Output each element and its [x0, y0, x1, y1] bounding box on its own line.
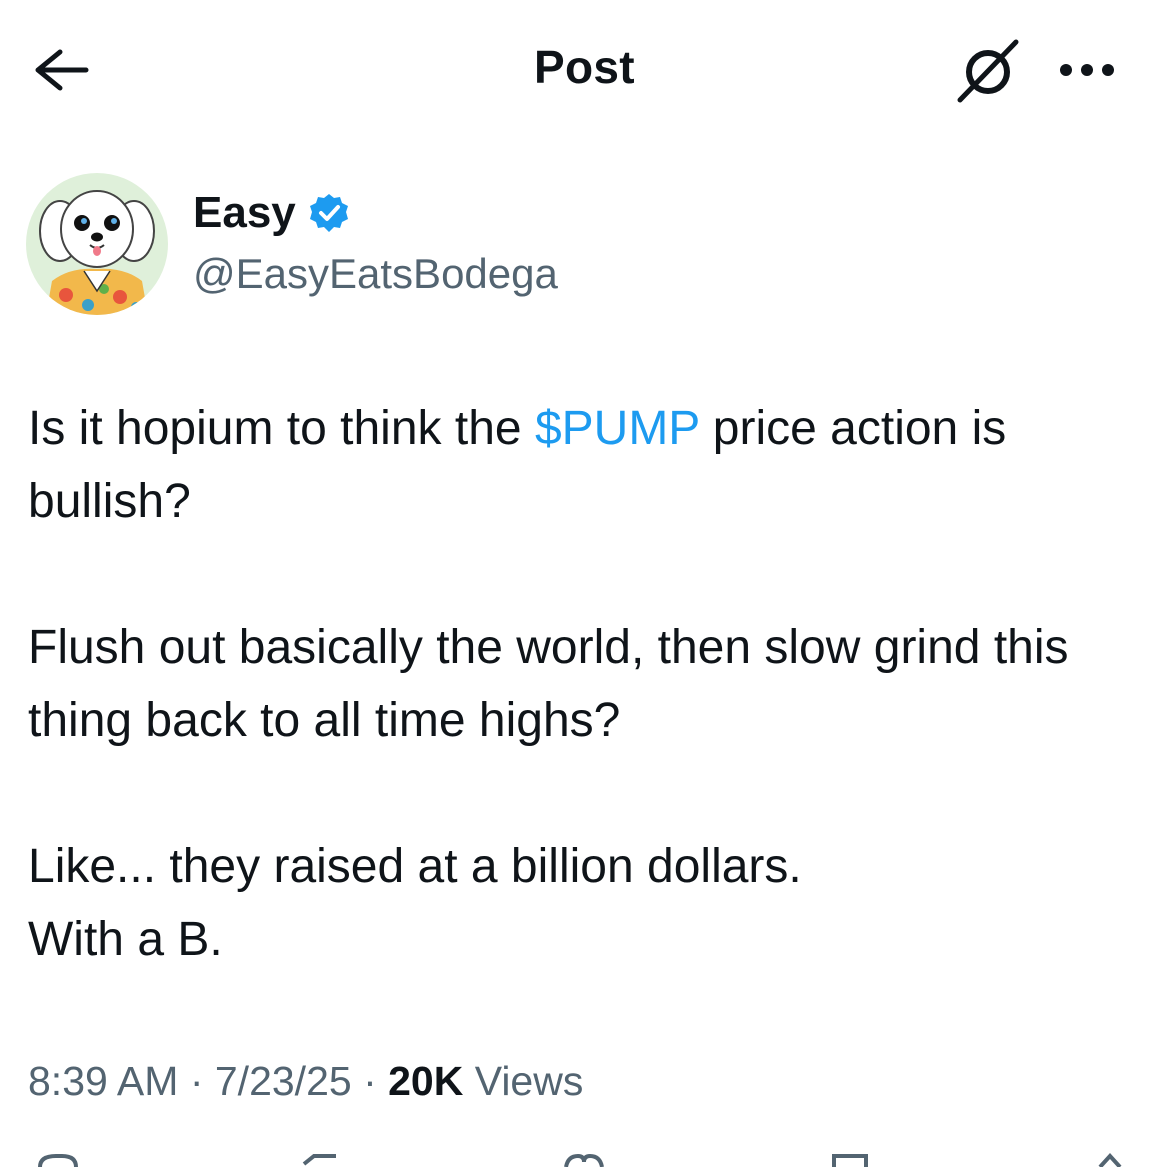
like-icon[interactable] — [560, 1152, 608, 1167]
cartoon-dog-avatar — [26, 173, 168, 315]
share-icon[interactable] — [1090, 1152, 1130, 1167]
views-count[interactable]: 20K — [388, 1058, 463, 1104]
cashtag-link[interactable]: $PUMP — [535, 402, 700, 455]
post-time[interactable]: 8:39 AM — [28, 1058, 178, 1104]
views-label[interactable]: Views — [463, 1058, 584, 1104]
grok-button[interactable] — [948, 34, 1028, 106]
display-name[interactable]: Easy — [193, 188, 296, 238]
verified-badge-icon[interactable] — [308, 192, 350, 234]
post-date[interactable]: 7/23/25 — [215, 1058, 352, 1104]
post-metadata: 8:39 AM · 7/23/25 · 20K Views — [28, 1058, 583, 1105]
action-bar — [0, 1152, 1169, 1167]
grok-slash-circle-icon — [957, 39, 1019, 103]
meta-separator: · — [351, 1058, 389, 1104]
author-handle[interactable]: @EasyEatsBodega — [193, 250, 558, 298]
meta-separator: · — [178, 1058, 215, 1104]
post-paragraph-2: Flush out basically the world, then slow… — [28, 621, 1069, 747]
avatar[interactable] — [26, 173, 168, 315]
post-paragraph-1: Is it hopium to think the $PUMP price ac… — [28, 392, 1158, 538]
bookmark-icon[interactable] — [826, 1152, 874, 1167]
reply-icon[interactable] — [34, 1152, 82, 1167]
author-name-row: Easy — [193, 188, 350, 238]
repost-icon[interactable] — [296, 1152, 344, 1167]
post-text-segment: Is it hopium to think the — [28, 402, 535, 455]
more-options-button[interactable] — [1050, 48, 1124, 92]
post-paragraph-3-line-2: With a B. — [28, 913, 223, 966]
post-paragraph-3-line-1: Like... they raised at a billion dollars… — [28, 840, 802, 893]
top-bar: Post — [0, 0, 1169, 140]
post-text: Is it hopium to think the $PUMP price ac… — [28, 392, 1158, 976]
more-horizontal-icon — [1060, 64, 1114, 76]
